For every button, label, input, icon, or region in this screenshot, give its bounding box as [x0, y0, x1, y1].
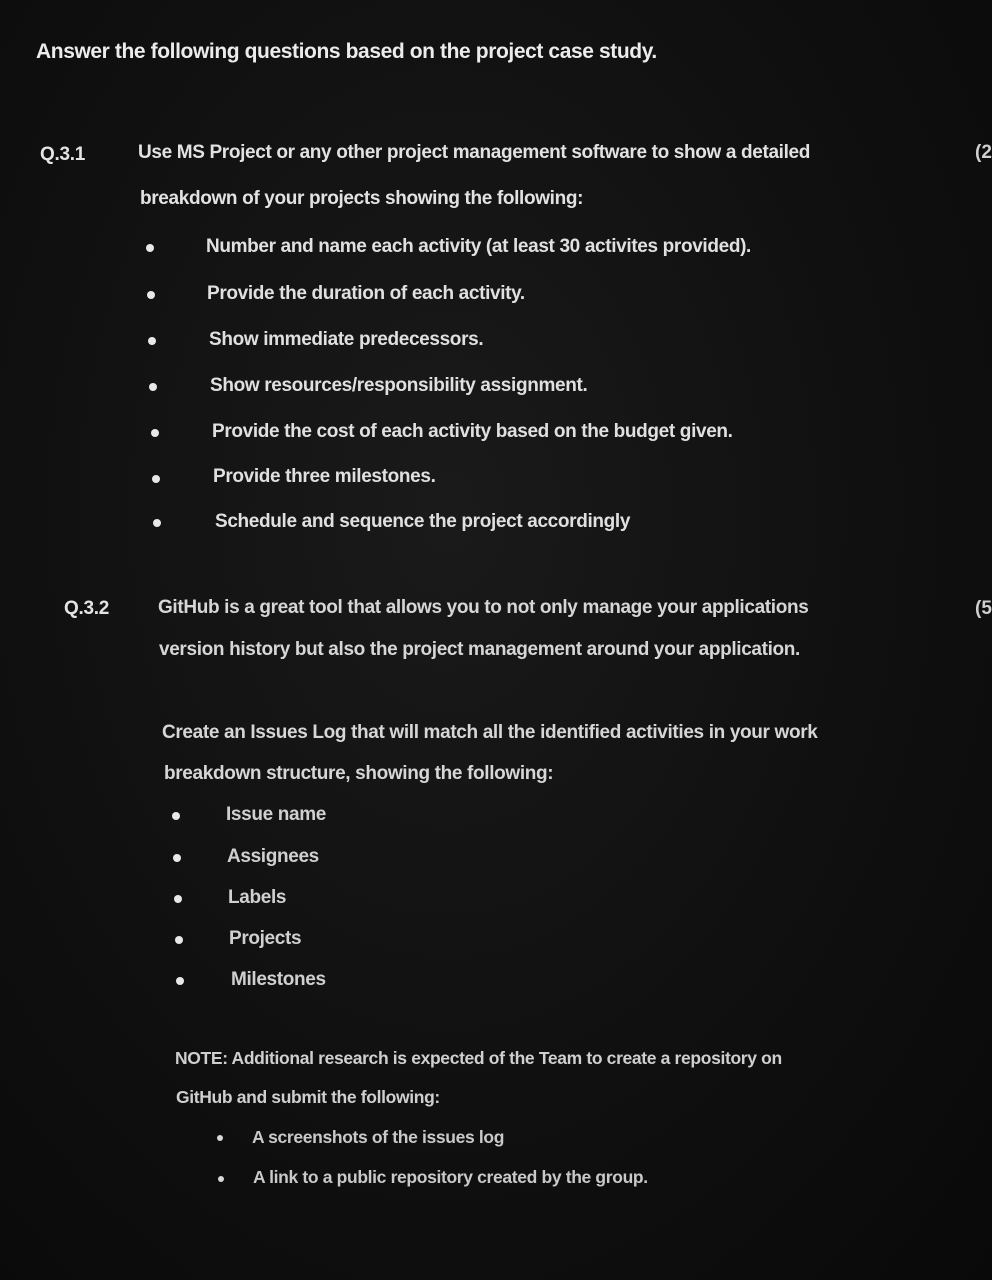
q32-text-line-1: GitHub is a great tool that allows you t…: [158, 597, 809, 618]
bullet-icon: [175, 936, 183, 944]
bullet-icon: [152, 475, 160, 483]
q32-bullet-5: Milestones: [231, 969, 326, 990]
bullet-icon: [151, 429, 159, 437]
question-number-q32: Q.3.2: [64, 598, 109, 619]
q32-issues-line-2: breakdown structure, showing the followi…: [164, 763, 554, 784]
bullet-icon: [147, 291, 155, 299]
question-number-q31: Q.3.1: [40, 144, 85, 165]
bullet-icon: [149, 383, 157, 391]
bullet-icon: [146, 244, 154, 252]
q32-bullet-3: Labels: [228, 887, 287, 908]
q31-text-line-2: breakdown of your projects showing the f…: [140, 188, 584, 209]
bullet-icon: [174, 895, 182, 903]
q31-bullet-7: Schedule and sequence the project accord…: [215, 511, 631, 532]
q31-bullet-1: Number and name each activity (at least …: [206, 236, 751, 257]
bullet-icon: [153, 519, 161, 527]
q32-bullet-4: Projects: [229, 928, 302, 949]
q31-bullet-2: Provide the duration of each activity.: [207, 283, 525, 304]
bullet-icon: [148, 337, 156, 345]
q32-text-line-2: version history but also the project man…: [159, 639, 800, 660]
q31-bullet-3: Show immediate predecessors.: [209, 329, 484, 350]
bullet-icon: [173, 854, 181, 862]
note-line-2: GitHub and submit the following:: [176, 1087, 440, 1107]
note-line-1: NOTE: Additional research is expected of…: [175, 1048, 782, 1068]
bullet-icon: [172, 812, 180, 820]
q31-text-line-1: Use MS Project or any other project mana…: [138, 142, 810, 163]
note-bullet-2: A link to a public repository created by…: [253, 1167, 648, 1187]
q31-bullet-5: Provide the cost of each activity based …: [212, 421, 733, 442]
bullet-icon: [218, 1176, 224, 1182]
note-bullet-1: A screenshots of the issues log: [252, 1127, 505, 1147]
q32-issues-line-1: Create an Issues Log that will match all…: [162, 722, 818, 743]
q32-bullet-1: Issue name: [226, 804, 326, 825]
q31-bullet-6: Provide three milestones.: [213, 466, 436, 487]
bullet-icon: [217, 1135, 223, 1141]
intro-heading: Answer the following questions based on …: [36, 40, 657, 63]
marks-q31: (2: [975, 142, 992, 163]
bullet-icon: [176, 977, 184, 985]
q31-bullet-4: Show resources/responsibility assignment…: [210, 375, 588, 396]
q32-bullet-2: Assignees: [227, 846, 319, 867]
marks-q32: (5: [975, 598, 992, 619]
